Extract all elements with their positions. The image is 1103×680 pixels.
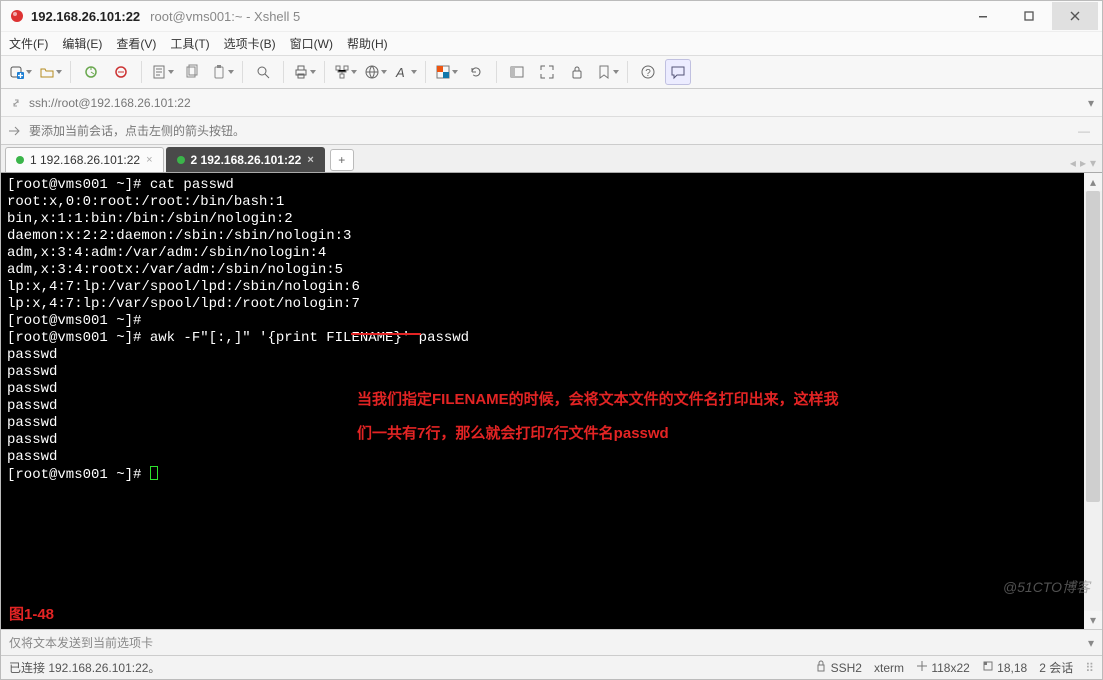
fullscreen-button[interactable] [534, 59, 560, 85]
new-session-button[interactable] [7, 59, 33, 85]
help-button[interactable]: ? [635, 59, 661, 85]
maximize-button[interactable] [1006, 2, 1052, 30]
menu-help[interactable]: 帮助(H) [347, 35, 388, 52]
tab-close-icon[interactable]: × [146, 154, 152, 166]
address-text[interactable]: ssh://root@192.168.26.101:22 [29, 96, 191, 110]
find-button[interactable] [250, 59, 276, 85]
menu-tab[interactable]: 选项卡(B) [224, 35, 276, 52]
send-placeholder: 仅将文本发送到当前选项卡 [9, 634, 153, 651]
status-bar: 已连接 192.168.26.101:22。 SSH2 xterm 118x22… [1, 655, 1102, 679]
status-sessions: 2 会话 [1039, 659, 1073, 676]
tool-bar: A ? [1, 55, 1102, 89]
session-tab-1[interactable]: 1 192.168.26.101:22 × [5, 147, 164, 172]
disconnect-button[interactable] [108, 59, 134, 85]
status-ssh: SSH2 [815, 660, 862, 675]
annotation-line-2: 们一共有7行，那么就会打印7行文件名passwd [357, 417, 669, 451]
status-size: 118x22 [916, 660, 970, 675]
session-tab-2[interactable]: 2 192.168.26.101:22 × [166, 147, 325, 172]
info-close-icon[interactable]: — [1072, 122, 1096, 140]
scroll-track[interactable] [1084, 191, 1102, 611]
window-title-main: 192.168.26.101:22 [31, 9, 140, 24]
menu-file[interactable]: 文件(F) [9, 35, 48, 52]
tab-list-icon[interactable]: ▾ [1090, 156, 1096, 170]
info-bar: 要添加当前会话，点击左侧的箭头按钮。 — [1, 117, 1102, 145]
copy-button[interactable] [179, 59, 205, 85]
svg-text:A: A [395, 65, 405, 80]
close-button[interactable] [1052, 2, 1098, 30]
toggle-sidebar-button[interactable] [504, 59, 530, 85]
terminal-area: [root@vms001 ~]# cat passwdroot:x,0:0:ro… [1, 173, 1102, 629]
status-dot-icon [16, 156, 24, 164]
figure-label: 图1-48 [9, 606, 54, 623]
menu-view[interactable]: 查看(V) [116, 35, 156, 52]
menu-edit[interactable]: 编辑(E) [62, 35, 102, 52]
tab-label: 1 192.168.26.101:22 [30, 153, 140, 167]
window-title-sub: root@vms001:~ - Xshell 5 [150, 9, 300, 24]
menu-tools[interactable]: 工具(T) [170, 35, 209, 52]
reconnect-button[interactable] [78, 59, 104, 85]
status-pos: 18,18 [982, 660, 1027, 675]
tab-next-icon[interactable]: ▸ [1080, 156, 1086, 170]
address-dropdown-icon[interactable]: ▾ [1088, 96, 1094, 110]
properties-button[interactable] [149, 59, 175, 85]
new-tab-button[interactable]: + [330, 149, 354, 171]
scroll-thumb[interactable] [1086, 191, 1100, 502]
underline-annotation [351, 333, 421, 335]
tab-strip: 1 192.168.26.101:22 × 2 192.168.26.101:2… [1, 145, 1102, 173]
tab-close-icon[interactable]: × [307, 154, 313, 166]
menu-bar: 文件(F) 编辑(E) 查看(V) 工具(T) 选项卡(B) 窗口(W) 帮助(… [1, 31, 1102, 55]
terminal-scrollbar[interactable]: ▴ ▾ [1084, 173, 1102, 629]
chat-button[interactable] [665, 59, 691, 85]
scroll-down-icon[interactable]: ▾ [1084, 611, 1102, 629]
window-controls [960, 2, 1098, 30]
tab-nav: ◂ ▸ ▾ [1070, 156, 1098, 170]
scroll-up-icon[interactable]: ▴ [1084, 173, 1102, 191]
status-dot-icon [177, 156, 185, 164]
open-button[interactable] [37, 59, 63, 85]
color-scheme-button[interactable] [433, 59, 459, 85]
address-bar: ssh://root@192.168.26.101:22 ▾ [1, 89, 1102, 117]
status-connection: 已连接 192.168.26.101:22。 [9, 659, 160, 676]
menu-window[interactable]: 窗口(W) [290, 35, 333, 52]
tab-prev-icon[interactable]: ◂ [1070, 156, 1076, 170]
title-bar: 192.168.26.101:22 root@vms001:~ - Xshell… [1, 1, 1102, 31]
app-icon [9, 8, 25, 24]
tab-label: 2 192.168.26.101:22 [191, 153, 302, 167]
status-more-icon[interactable]: ⠿ [1085, 661, 1094, 675]
encoding-button[interactable] [362, 59, 388, 85]
info-add-icon[interactable] [7, 123, 23, 139]
status-right-group: SSH2 xterm 118x22 18,18 2 会话 ⠿ [815, 659, 1094, 676]
bookmark-button[interactable] [594, 59, 620, 85]
font-button[interactable]: A [392, 59, 418, 85]
paste-button[interactable] [209, 59, 235, 85]
terminal-output[interactable]: [root@vms001 ~]# cat passwdroot:x,0:0:ro… [1, 173, 1084, 629]
app-window: 192.168.26.101:22 root@vms001:~ - Xshell… [0, 0, 1103, 680]
annotation-line-1: 当我们指定FILENAME的时候，会将文本文件的文件名打印出来，这样我 [357, 383, 839, 417]
link-icon [9, 96, 23, 110]
send-bar[interactable]: 仅将文本发送到当前选项卡 ▾ [1, 629, 1102, 655]
print-button[interactable] [291, 59, 317, 85]
info-text: 要添加当前会话，点击左侧的箭头按钮。 [29, 122, 245, 139]
lock-button[interactable] [564, 59, 590, 85]
status-termtype: xterm [874, 661, 904, 675]
svg-text:?: ? [645, 68, 651, 79]
minimize-button[interactable] [960, 2, 1006, 30]
session-tree-button[interactable] [332, 59, 358, 85]
send-dropdown-icon[interactable]: ▾ [1088, 636, 1094, 650]
refresh-button[interactable] [463, 59, 489, 85]
